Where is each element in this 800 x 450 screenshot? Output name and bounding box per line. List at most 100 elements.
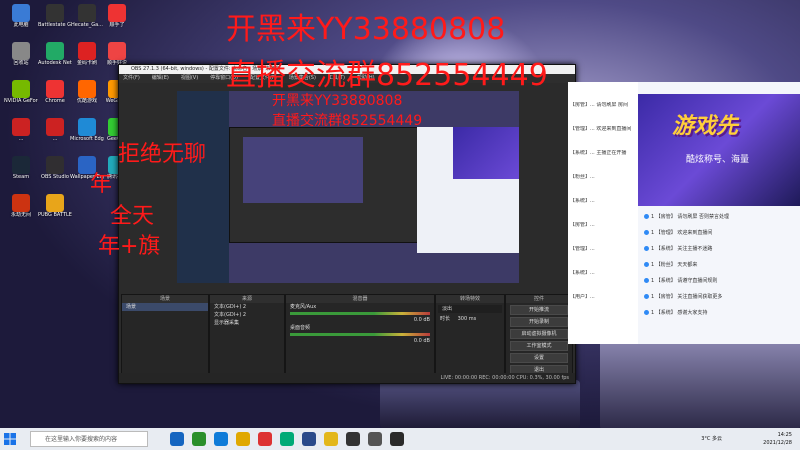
desktop-icon[interactable]: 此电脑 bbox=[4, 4, 38, 42]
desktop-icon-label: PUBG BATTLEGR... bbox=[38, 212, 72, 218]
info-icon bbox=[644, 310, 649, 315]
desktop-icon[interactable]: ... bbox=[38, 118, 72, 156]
obs-control-button[interactable]: 工作室模式 bbox=[510, 341, 568, 351]
mixer-channel-name: 麦克风/Aux bbox=[290, 304, 317, 310]
desktop-icon[interactable]: Microsoft Edge bbox=[70, 118, 104, 156]
overlay-left-3: 全天 bbox=[110, 204, 155, 229]
obs-control-button[interactable]: 开始推流 bbox=[510, 305, 568, 315]
desktop-icon-label: ... bbox=[18, 136, 24, 142]
desktop-icon-label: 顺手了 bbox=[109, 22, 125, 28]
desktop-icon[interactable]: Autodesk Netfab... bbox=[38, 42, 72, 80]
obs-menu-item[interactable]: 文件(F) bbox=[123, 75, 140, 81]
source-item[interactable]: 显示器采集 bbox=[210, 319, 284, 327]
info-icon bbox=[644, 214, 649, 219]
transition-duration-label: 时长 bbox=[440, 316, 451, 322]
taskbar-app-icon[interactable] bbox=[258, 432, 272, 446]
desktop-icon[interactable]: 金码卡刷 bbox=[70, 42, 104, 80]
desktop-icon[interactable]: Hecate_Ga... bbox=[70, 4, 104, 42]
promo-subtitle: 酷炫称号、海量 bbox=[686, 155, 750, 165]
app-icon bbox=[78, 42, 96, 60]
desktop: 此电脑 Battlestate Games L...Hecate_Ga... 顺手了… bbox=[0, 0, 800, 428]
obs-control-button[interactable]: 启动虚拟摄像机 bbox=[510, 329, 568, 339]
promo-message-text: 1 【粉丝】 天天都来 bbox=[651, 262, 698, 268]
transition-select[interactable]: 淡出 bbox=[438, 305, 502, 313]
scene-item[interactable]: 场景 bbox=[122, 303, 208, 311]
overlay-yy-large: 开黑来YY33880808 bbox=[226, 12, 506, 47]
desktop-icon-label: Battlestate Games L... bbox=[38, 22, 72, 28]
preview-nested-preview bbox=[243, 137, 363, 203]
taskbar-app-icon[interactable] bbox=[324, 432, 338, 446]
desktop-icon[interactable]: Battlestate Games L... bbox=[38, 4, 72, 42]
controls-list: 开始推流 开始录制 启动虚拟摄像机 工作室模式 设置 退出 bbox=[506, 305, 572, 375]
taskbar-app-icon[interactable] bbox=[214, 432, 228, 446]
desktop-icon[interactable]: 回收站 bbox=[4, 42, 38, 80]
desktop-icon[interactable]: 优酷游戏 bbox=[70, 80, 104, 118]
desktop-icon-label: Steam bbox=[12, 174, 30, 180]
overlay-left-4: 年+旗 bbox=[98, 234, 161, 259]
system-tray: 3°C 多云 14:25 2021/12/28 bbox=[701, 431, 792, 447]
desktop-icon[interactable]: Chrome bbox=[38, 80, 72, 118]
app-icon bbox=[12, 42, 30, 60]
mixer-dock-header: 混音器 bbox=[286, 295, 434, 303]
overlay-left-2: 年 bbox=[90, 172, 113, 197]
chat-message: 【用户】... bbox=[570, 294, 595, 300]
obs-control-button[interactable]: 开始录制 bbox=[510, 317, 568, 327]
preview-promo bbox=[453, 127, 519, 179]
clock-time[interactable]: 14:25 bbox=[763, 431, 792, 439]
obs-control-button[interactable]: 设置 bbox=[510, 353, 568, 363]
desktop-icon[interactable]: PUBG BATTLEGR... bbox=[38, 194, 72, 232]
app-icon bbox=[78, 4, 96, 22]
controls-dock: 控件 开始推流 开始录制 启动虚拟摄像机 工作室模式 设置 退出 bbox=[505, 294, 573, 375]
desktop-icon-label: Chrome bbox=[45, 98, 65, 104]
clock-date[interactable]: 2021/12/28 bbox=[763, 439, 792, 447]
source-item[interactable]: 文本(GDI+) 2 bbox=[210, 311, 284, 319]
mixer-volume-slider[interactable] bbox=[290, 312, 430, 315]
taskbar-search-input[interactable]: 在这里输入你要搜索的内容 bbox=[30, 431, 148, 447]
promo-message: 1 【房管】 请勿刷屏 否则禁言处理 bbox=[644, 214, 794, 221]
preview-screen-left bbox=[177, 91, 229, 283]
transition-dock-header: 转场特效 bbox=[436, 295, 504, 303]
desktop-icon[interactable]: 永劫无间 bbox=[4, 194, 38, 232]
taskbar-app-icon[interactable] bbox=[236, 432, 250, 446]
app-icon bbox=[12, 118, 30, 136]
chat-message: 【系统】... bbox=[570, 270, 595, 276]
app-icon bbox=[46, 4, 64, 22]
promo-message-text: 1 【系统】 请遵守直播间规则 bbox=[651, 278, 718, 284]
obs-menu-item[interactable]: 编辑(E) bbox=[152, 75, 169, 81]
taskbar-app-icon[interactable] bbox=[390, 432, 404, 446]
obs-status-bar: LIVE: 00:00:00 REC: 00:00:00 CPU: 0.3%, … bbox=[119, 373, 575, 383]
mixer-channel-name: 桌面音频 bbox=[290, 325, 311, 331]
desktop-icon[interactable]: 顺手了 bbox=[100, 4, 134, 42]
obs-menu-item[interactable]: 视图(V) bbox=[181, 75, 198, 81]
mixer-volume-slider[interactable] bbox=[290, 333, 430, 336]
desktop-icon[interactable]: ... bbox=[4, 118, 38, 156]
taskbar-app-icon[interactable] bbox=[280, 432, 294, 446]
source-dock-header: 来源 bbox=[210, 295, 284, 303]
taskbar-app-icon[interactable] bbox=[346, 432, 360, 446]
taskbar-app-icon[interactable] bbox=[302, 432, 316, 446]
scene-dock: 场景 场景 bbox=[121, 294, 209, 374]
taskbar-app-icon[interactable] bbox=[192, 432, 206, 446]
overlay-left-1: 拒绝无聊 bbox=[118, 142, 207, 167]
promo-message: 1 【系统】 感谢大家支持 bbox=[644, 310, 794, 317]
desktop-icon[interactable]: OBS Studio bbox=[38, 156, 72, 194]
taskbar-app-icon[interactable] bbox=[170, 432, 184, 446]
source-item[interactable]: 文本(GDI+) 2 bbox=[210, 303, 284, 311]
chat-message: 【房管】... 请勿刷屏 房间 bbox=[570, 102, 628, 108]
mixer-db: 0.0 dB bbox=[413, 338, 430, 344]
taskbar-app-icon[interactable] bbox=[368, 432, 382, 446]
mixer-db: 0.0 dB bbox=[413, 317, 430, 323]
app-icon bbox=[78, 118, 96, 136]
transition-duration[interactable]: 时长 300 ms bbox=[436, 315, 504, 323]
controls-dock-header: 控件 bbox=[506, 295, 572, 303]
source-dock: 来源 文本(GDI+) 2 文本(GDI+) 2 显示器采集 bbox=[209, 294, 285, 374]
desktop-icon[interactable]: Steam bbox=[4, 156, 38, 194]
promo-panel: 游戏先 酷炫称号、海量 1 【房管】 请勿刷屏 否则禁言处理 1 【管理】 欢迎来… bbox=[638, 82, 800, 344]
chat-message: 【系统】... bbox=[570, 198, 595, 204]
promo-banner[interactable]: 游戏先 酷炫称号、海量 bbox=[638, 94, 800, 206]
windows-start-icon[interactable] bbox=[4, 433, 16, 445]
promo-message-text: 1 【房管】 关注直播间获取更多 bbox=[651, 294, 723, 300]
promo-message: 1 【系统】 请遵守直播间规则 bbox=[644, 278, 794, 285]
desktop-icon[interactable]: NVIDIA GeForce E... bbox=[4, 80, 38, 118]
app-icon bbox=[108, 4, 126, 22]
